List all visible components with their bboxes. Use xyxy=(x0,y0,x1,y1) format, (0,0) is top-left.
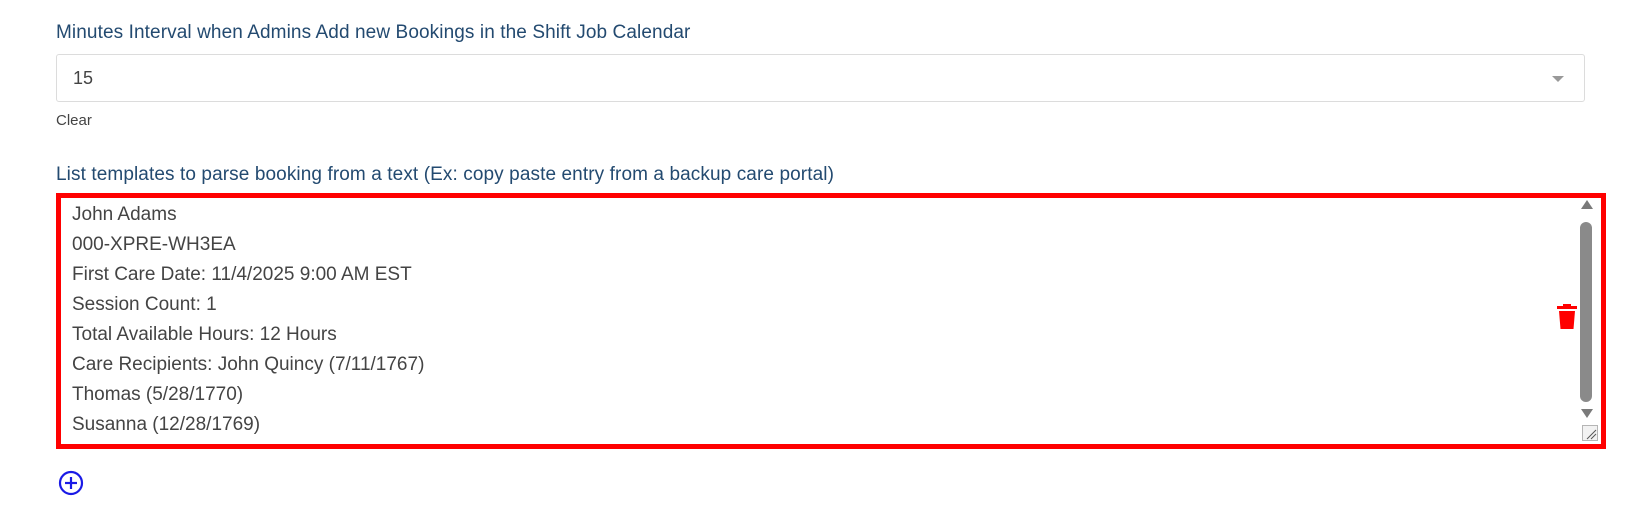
template-line: Thomas (5/28/1770) xyxy=(72,384,244,405)
add-template-button[interactable] xyxy=(58,470,84,496)
resize-handle[interactable] xyxy=(1582,425,1598,441)
template-line: John Adams xyxy=(72,204,177,225)
scroll-up-arrow-icon[interactable] xyxy=(1581,200,1593,209)
template-textarea[interactable]: John Adams 000-XPRE-WH3EA First Care Dat… xyxy=(56,193,1606,449)
template-line: Care Recipients: John Quincy (7/11/1767) xyxy=(72,354,425,375)
template-line: Susanna (12/28/1769) xyxy=(72,414,261,435)
template-line: 000-XPRE-WH3EA xyxy=(72,234,236,255)
scroll-down-arrow-icon[interactable] xyxy=(1581,409,1593,418)
interval-select-value: 15 xyxy=(73,68,94,88)
template-line: Total Available Hours: 12 Hours xyxy=(72,324,337,345)
trash-icon xyxy=(1556,304,1578,334)
template-line: First Care Date: 11/4/2025 9:00 AM EST xyxy=(72,264,412,285)
plus-circle-icon xyxy=(58,470,84,500)
template-text[interactable]: John Adams 000-XPRE-WH3EA First Care Dat… xyxy=(72,200,1567,440)
interval-select[interactable]: 15 xyxy=(56,54,1585,102)
chevron-down-icon xyxy=(1552,76,1564,82)
scrollbar-thumb[interactable] xyxy=(1580,222,1592,402)
delete-template-button[interactable] xyxy=(1556,304,1578,330)
template-line: Session Count: 1 xyxy=(72,294,217,315)
templates-label: List templates to parse booking from a t… xyxy=(56,164,835,185)
clear-button[interactable]: Clear xyxy=(56,112,92,129)
textarea-scrollbar[interactable] xyxy=(1579,200,1593,422)
interval-label: Minutes Interval when Admins Add new Boo… xyxy=(56,22,691,43)
